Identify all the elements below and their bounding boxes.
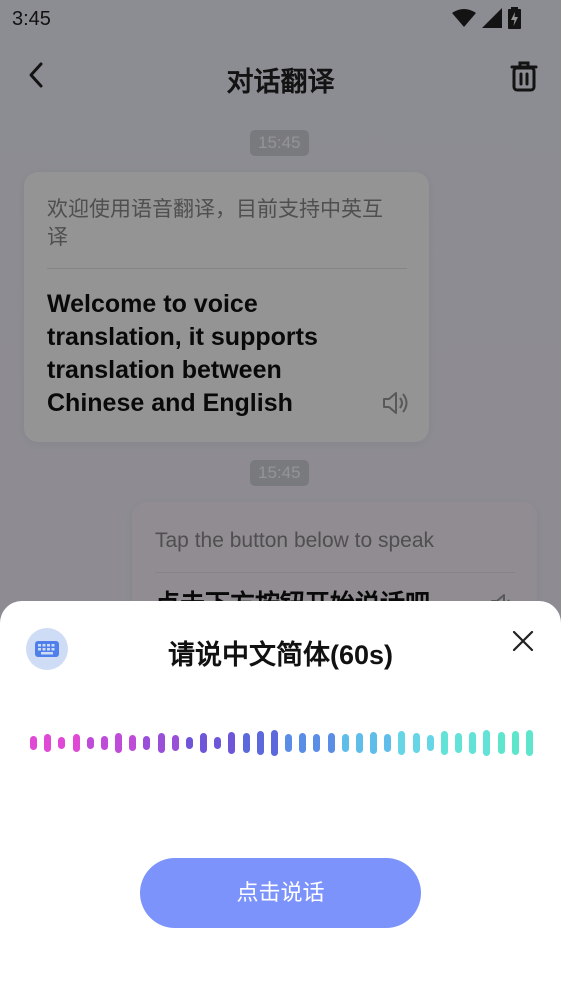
waveform-bar bbox=[214, 737, 222, 749]
waveform-bar bbox=[370, 732, 377, 754]
waveform-bar bbox=[497, 732, 505, 754]
waveform-bar bbox=[58, 737, 66, 749]
waveform-bar bbox=[384, 734, 392, 752]
waveform-bar bbox=[398, 731, 406, 755]
waveform-bar bbox=[157, 733, 165, 753]
speak-button[interactable]: 点击说话 bbox=[140, 858, 421, 928]
waveform-bar bbox=[455, 733, 462, 753]
sheet-title: 请说中文简体(60s) bbox=[167, 640, 394, 670]
close-icon[interactable] bbox=[511, 629, 535, 653]
waveform-bar bbox=[285, 734, 292, 752]
waveform-bar bbox=[115, 733, 122, 753]
waveform-bar bbox=[30, 736, 37, 750]
waveform-bar bbox=[143, 736, 151, 750]
waveform-bar bbox=[242, 733, 250, 753]
waveform-bar bbox=[525, 730, 533, 756]
waveform-bar bbox=[270, 730, 278, 756]
waveform-bar bbox=[185, 737, 193, 749]
waveform-bar bbox=[100, 736, 108, 750]
waveform-bar bbox=[327, 733, 335, 753]
waveform-bar bbox=[200, 733, 207, 753]
waveform-bar bbox=[469, 732, 477, 754]
waveform-bar bbox=[440, 731, 448, 755]
waveform-bar bbox=[86, 737, 94, 749]
voice-input-sheet: 请说中文简体(60s) 点击说话 bbox=[0, 601, 561, 999]
waveform-bar bbox=[355, 733, 363, 753]
waveform-bar bbox=[171, 735, 179, 751]
waveform-bar bbox=[313, 734, 321, 752]
waveform-bar bbox=[299, 733, 307, 753]
waveform-bar bbox=[256, 731, 264, 755]
voice-waveform bbox=[30, 723, 540, 763]
waveform-bar bbox=[72, 734, 80, 752]
waveform-bar bbox=[341, 734, 349, 752]
waveform-bar bbox=[511, 731, 519, 755]
waveform-bar bbox=[228, 732, 236, 754]
waveform-bar bbox=[129, 735, 137, 751]
waveform-bar bbox=[412, 733, 420, 753]
waveform-bar bbox=[426, 735, 434, 751]
waveform-bar bbox=[44, 734, 52, 752]
waveform-bar bbox=[483, 730, 491, 756]
